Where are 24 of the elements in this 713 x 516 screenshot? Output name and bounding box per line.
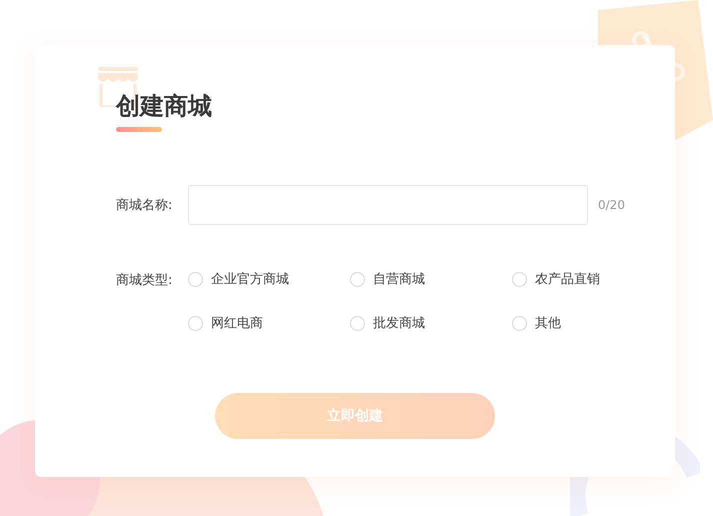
- radio-circle[interactable]: [188, 272, 203, 286]
- radio-option[interactable]: 企业官方商城: [188, 271, 350, 287]
- radio-option[interactable]: 农产品直销: [512, 271, 652, 287]
- option-label: 网红电商: [211, 315, 263, 332]
- char-counter: 0/20: [598, 198, 625, 212]
- radio-option[interactable]: 网红电商: [188, 315, 350, 331]
- radio-circle[interactable]: [188, 316, 203, 330]
- radio-option[interactable]: 其他: [512, 315, 652, 331]
- radio-circle[interactable]: [512, 316, 527, 330]
- option-label: 农产品直销: [535, 271, 600, 288]
- name-input[interactable]: [188, 185, 588, 225]
- radio-option[interactable]: 批发商城: [350, 315, 512, 331]
- radio-circle[interactable]: [350, 316, 365, 330]
- page-title: 创建商城: [116, 91, 212, 121]
- option-label: 企业官方商城: [211, 271, 289, 288]
- radio-option[interactable]: 自营商城: [350, 271, 512, 287]
- option-label: 批发商城: [373, 315, 425, 332]
- field-label: 商城类型:: [116, 272, 174, 289]
- radio-circle[interactable]: [512, 272, 527, 286]
- field-label: 商城名称:: [116, 197, 174, 214]
- radio-circle[interactable]: [350, 272, 365, 286]
- title-underline: [116, 127, 162, 132]
- option-label: 自营商城: [373, 271, 425, 288]
- option-label: 其他: [535, 315, 561, 332]
